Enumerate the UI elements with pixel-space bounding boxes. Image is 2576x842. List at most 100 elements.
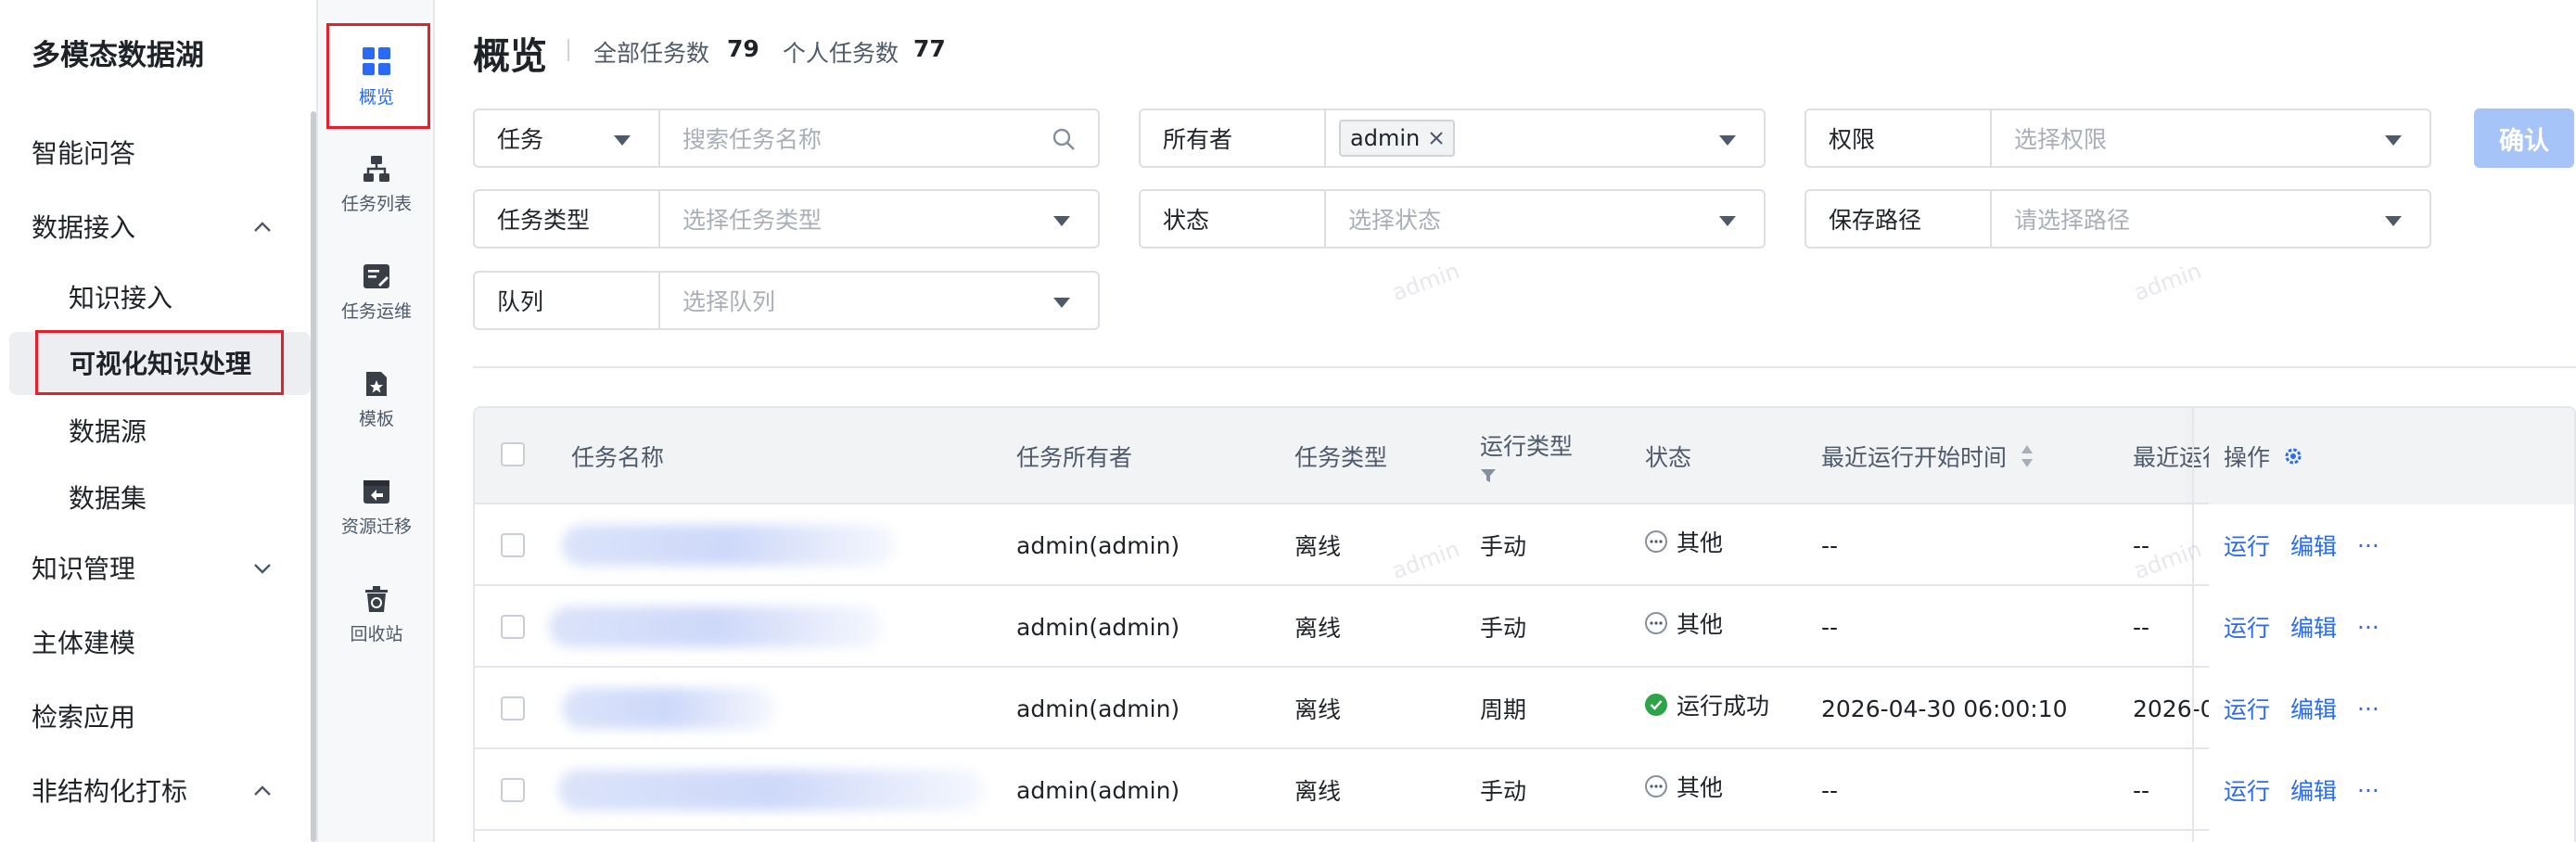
save-path-filter: 保存路径 请选择路径 — [1804, 189, 2431, 249]
column-header-label: 操作 — [2224, 444, 2271, 471]
queue-filter: 队列 选择队列 — [473, 271, 1100, 330]
close-icon[interactable] — [1429, 131, 1444, 146]
hierarchy-icon — [363, 155, 389, 182]
redacted-task-name[interactable] — [562, 688, 775, 729]
filter-label-cell: 权限 — [1806, 110, 1992, 166]
row-checkbox[interactable] — [501, 778, 525, 802]
owner-tag-label: admin — [1350, 125, 1421, 151]
table-row[interactable]: admin(admin) 离线 手动 其他 -- -- 运行 编辑 ··· — [475, 504, 2574, 586]
select-all-checkbox[interactable] — [501, 442, 525, 466]
status-text: 运行成功 — [1677, 693, 1770, 720]
sidebar-item-dataset[interactable]: 数据集 — [69, 477, 147, 517]
confirm-button[interactable]: 确认 — [2474, 108, 2574, 168]
chevron-down-icon — [254, 564, 271, 574]
edit-link[interactable]: 编辑 — [2290, 529, 2337, 562]
table-row[interactable]: admin(admin) 离线 周期 运行成功 2026-04-30 06:00… — [475, 668, 2574, 749]
cell-run-type: 手动 — [1480, 615, 1527, 642]
total-tasks-value: 79 — [727, 35, 759, 62]
nav-task-ops[interactable]: 任务运维 — [318, 241, 435, 343]
trash-icon — [365, 585, 388, 612]
more-actions-button[interactable]: ··· — [2357, 532, 2379, 559]
watermark: admin — [2130, 257, 2205, 307]
caret-down-icon — [1719, 216, 1736, 226]
task-filter-select[interactable]: 任务 — [475, 110, 660, 166]
sidebar-item-entity-modeling[interactable]: 主体建模 — [32, 619, 273, 664]
queue-select[interactable]: 选择队列 — [660, 273, 1098, 328]
nav-task-list[interactable]: 任务列表 — [318, 134, 435, 236]
cell-end-time: -- — [2133, 776, 2150, 804]
edit-link[interactable]: 编辑 — [2290, 610, 2337, 644]
nav-label: 模板 — [358, 408, 394, 429]
gear-icon[interactable] — [2283, 446, 2303, 466]
column-header-type: 任务类型 — [1294, 444, 1388, 471]
cell-start-time: -- — [1821, 531, 1839, 559]
sidebar-scrollbar[interactable] — [311, 111, 316, 842]
more-actions-button[interactable]: ··· — [2357, 614, 2379, 641]
star-doc-icon — [366, 371, 387, 396]
run-link[interactable]: 运行 — [2224, 610, 2270, 644]
cell-run-type: 周期 — [1480, 696, 1527, 723]
filter-label: 权限 — [1829, 126, 1876, 153]
chevron-up-icon — [254, 222, 271, 232]
sidebar-item-data-ingest[interactable]: 数据接入 — [32, 204, 273, 249]
filter-icon[interactable] — [1480, 467, 1497, 484]
more-actions-button[interactable]: ··· — [2357, 777, 2379, 804]
grid-icon — [363, 46, 390, 75]
cell-ops: 运行 编辑 ··· — [2209, 586, 2574, 668]
row-checkbox[interactable] — [501, 533, 525, 557]
cell-ops: 运行 编辑 ··· — [2209, 668, 2574, 749]
select-placeholder: 选择队列 — [682, 288, 776, 315]
status-select[interactable]: 选择状态 — [1326, 191, 1764, 247]
edit-link[interactable]: 编辑 — [2290, 773, 2337, 807]
run-link[interactable]: 运行 — [2224, 692, 2270, 725]
filter-label: 任务类型 — [497, 207, 591, 234]
section-divider — [473, 366, 2576, 368]
nav-label: 任务运维 — [340, 300, 412, 322]
filter-label: 状态 — [1163, 207, 1210, 234]
column-header-start-time[interactable]: 最近运行开始时间 — [1821, 408, 2034, 504]
page-title: 概览 — [473, 35, 547, 78]
nav-recycle-bin[interactable]: 回收站 — [318, 564, 435, 666]
table-row[interactable]: admin(admin) 离线 手动 其他 -- -- 运行 编辑 ··· — [475, 586, 2574, 668]
column-header-run-type[interactable]: 运行类型 — [1480, 408, 1573, 504]
row-checkbox[interactable] — [501, 615, 525, 639]
sidebar-item-label: 数据接入 — [32, 212, 136, 243]
sort-icon[interactable] — [2020, 443, 2034, 469]
sidebar-item-label: 非结构化打标 — [32, 776, 188, 807]
sidebar-item-visual-knowledge-processing[interactable]: 可视化知识处理 — [35, 330, 284, 395]
sidebar-item-label: 智能问答 — [32, 138, 136, 169]
nav-templates[interactable]: 模板 — [318, 349, 435, 451]
more-actions-button[interactable]: ··· — [2357, 695, 2379, 722]
task-type-select[interactable]: 选择任务类型 — [660, 191, 1098, 247]
redacted-task-name[interactable] — [558, 770, 985, 810]
sidebar-item-knowledge-ingest[interactable]: 知识接入 — [69, 276, 172, 317]
owner-select[interactable]: admin — [1326, 110, 1764, 166]
sidebar-item-unstructured-tagging[interactable]: 非结构化打标 — [32, 768, 273, 812]
sidebar-item-data-source[interactable]: 数据源 — [69, 410, 147, 451]
app-root: 多模态数据湖 智能问答 数据接入 知识接入 可视化知识处理 数据源 数据集 知识… — [0, 0, 2576, 842]
nav-overview[interactable]: 概览 — [318, 26, 435, 128]
task-search-input[interactable]: 搜索任务名称 — [660, 110, 1098, 166]
edit-link[interactable]: 编辑 — [2290, 692, 2337, 725]
filter-label: 所有者 — [1163, 126, 1233, 153]
cell-type: 离线 — [1294, 533, 1342, 560]
migrate-icon — [363, 479, 389, 504]
sidebar-item-knowledge-management[interactable]: 知识管理 — [32, 545, 273, 590]
table-row[interactable]: admin(admin) 离线 手动 其他 -- -- 运行 编辑 ··· — [475, 749, 2574, 831]
success-check-icon — [1645, 694, 1667, 716]
nav-resource-migration[interactable]: 资源迁移 — [318, 456, 435, 558]
run-link[interactable]: 运行 — [2224, 773, 2270, 807]
permission-select[interactable]: 选择权限 — [1992, 110, 2429, 166]
filter-label: 队列 — [497, 288, 544, 315]
column-header-name: 任务名称 — [571, 444, 665, 471]
row-checkbox[interactable] — [501, 696, 525, 721]
search-icon[interactable] — [1052, 127, 1076, 151]
sidebar-item-qa[interactable]: 智能问答 — [32, 130, 273, 174]
redacted-task-name[interactable] — [562, 525, 896, 566]
redacted-task-name[interactable] — [549, 606, 883, 647]
input-placeholder: 搜索任务名称 — [682, 126, 823, 153]
nav-label: 资源迁移 — [340, 516, 412, 537]
sidebar-item-search-app[interactable]: 检索应用 — [32, 694, 273, 738]
save-path-select[interactable]: 请选择路径 — [1992, 191, 2429, 247]
run-link[interactable]: 运行 — [2224, 529, 2270, 562]
